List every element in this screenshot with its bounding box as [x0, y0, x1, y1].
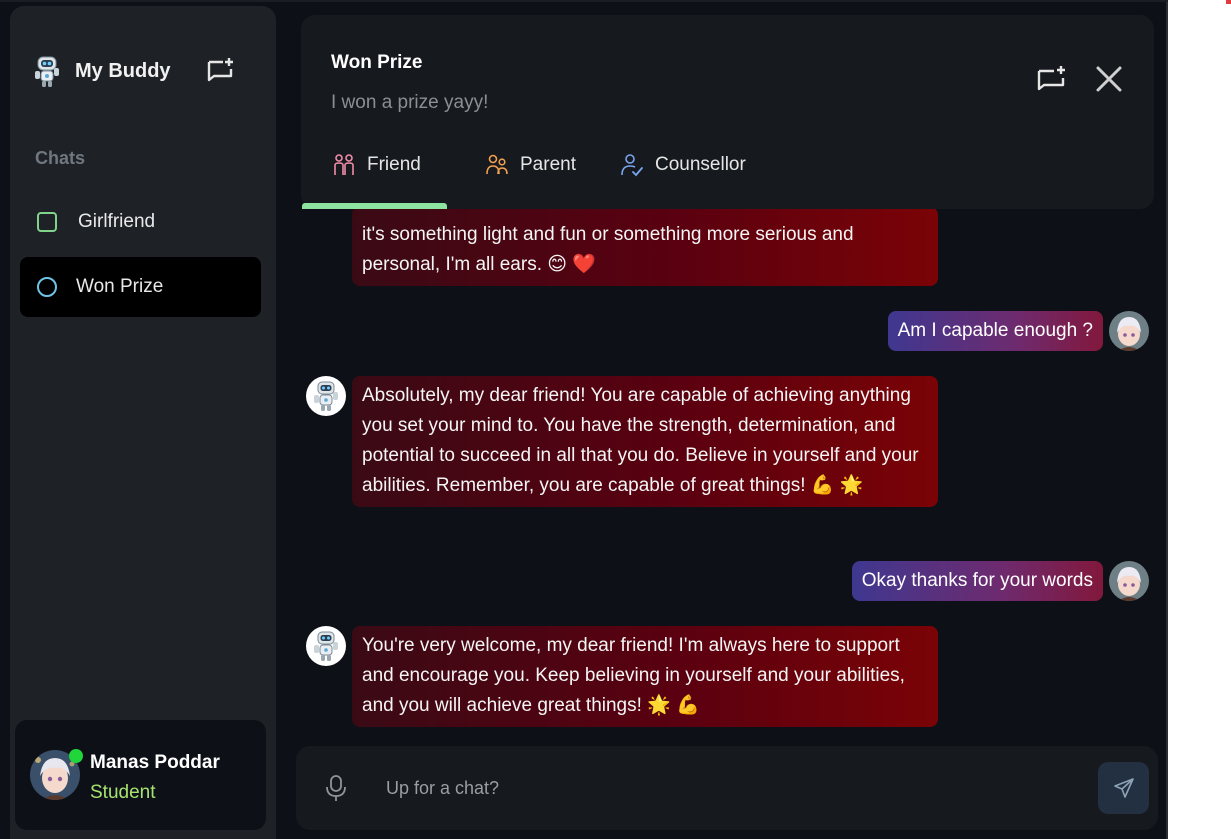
circle-outline-icon — [37, 277, 57, 297]
chat-item-label: Girlfriend — [78, 211, 156, 232]
user-message: Am I capable enough ? — [887, 311, 1103, 351]
bot-message-avatar — [306, 626, 346, 666]
sidebar: My Buddy Chats Girlfriend Won Prize Mana… — [10, 6, 276, 839]
close-icon[interactable] — [1093, 63, 1125, 95]
microphone-icon[interactable] — [324, 774, 348, 802]
anime-boy-avatar-icon — [1109, 311, 1149, 351]
bot-message: You're very welcome, my dear friend! I'm… — [352, 626, 938, 727]
parent-icon — [486, 154, 508, 175]
tab-parent[interactable]: Parent — [486, 153, 576, 177]
online-status-dot — [69, 749, 83, 763]
chat-item-won-prize[interactable]: Won Prize — [20, 257, 261, 317]
message-list[interactable]: it's something light and fun or somethin… — [296, 209, 1160, 739]
chat-header: Won Prize I won a prize yayy! Friend Par… — [301, 15, 1154, 209]
chat-item-girlfriend[interactable]: Girlfriend — [20, 192, 261, 252]
chat-title: Won Prize — [331, 52, 423, 73]
counsellor-icon — [621, 154, 643, 177]
send-icon — [1113, 778, 1134, 798]
chat-item-label: Won Prize — [76, 276, 164, 297]
message-composer — [296, 746, 1158, 830]
square-outline-icon — [37, 212, 57, 232]
user-role: Student — [90, 782, 156, 803]
corner-marker — [1226, 0, 1231, 4]
robot-logo-icon — [35, 56, 59, 87]
bot-message-avatar — [306, 376, 346, 416]
robot-avatar-icon — [314, 631, 338, 661]
bot-message: it's something light and fun or somethin… — [352, 209, 938, 286]
new-chat-icon[interactable] — [206, 56, 236, 86]
chats-section-label: Chats — [35, 148, 86, 168]
app-name: My Buddy — [75, 59, 171, 82]
brand[interactable]: My Buddy — [32, 54, 171, 88]
chat-subtitle: I won a prize yayy! — [331, 92, 489, 113]
tab-label: Counsellor — [655, 154, 746, 175]
user-name: Manas Poddar — [90, 752, 220, 773]
anime-boy-avatar-icon — [1109, 561, 1149, 601]
tab-label: Parent — [520, 154, 576, 175]
message-input[interactable] — [386, 768, 1076, 808]
friends-icon — [334, 154, 354, 175]
app-window: My Buddy Chats Girlfriend Won Prize Mana… — [0, 0, 1168, 839]
tab-counsellor[interactable]: Counsellor — [621, 153, 746, 177]
user-profile[interactable]: Manas Poddar Student — [15, 720, 266, 830]
user-message-avatar — [1109, 561, 1149, 601]
send-button[interactable] — [1098, 762, 1149, 814]
new-chat-icon[interactable] — [1036, 63, 1068, 95]
window-border — [1166, 2, 1168, 839]
user-message: Okay thanks for your words — [851, 561, 1103, 601]
bot-message: Absolutely, my dear friend! You are capa… — [352, 376, 938, 507]
tab-label: Friend — [367, 154, 421, 175]
robot-avatar-icon — [314, 381, 338, 411]
tab-friend[interactable]: Friend — [333, 153, 421, 177]
user-message-avatar — [1109, 311, 1149, 351]
